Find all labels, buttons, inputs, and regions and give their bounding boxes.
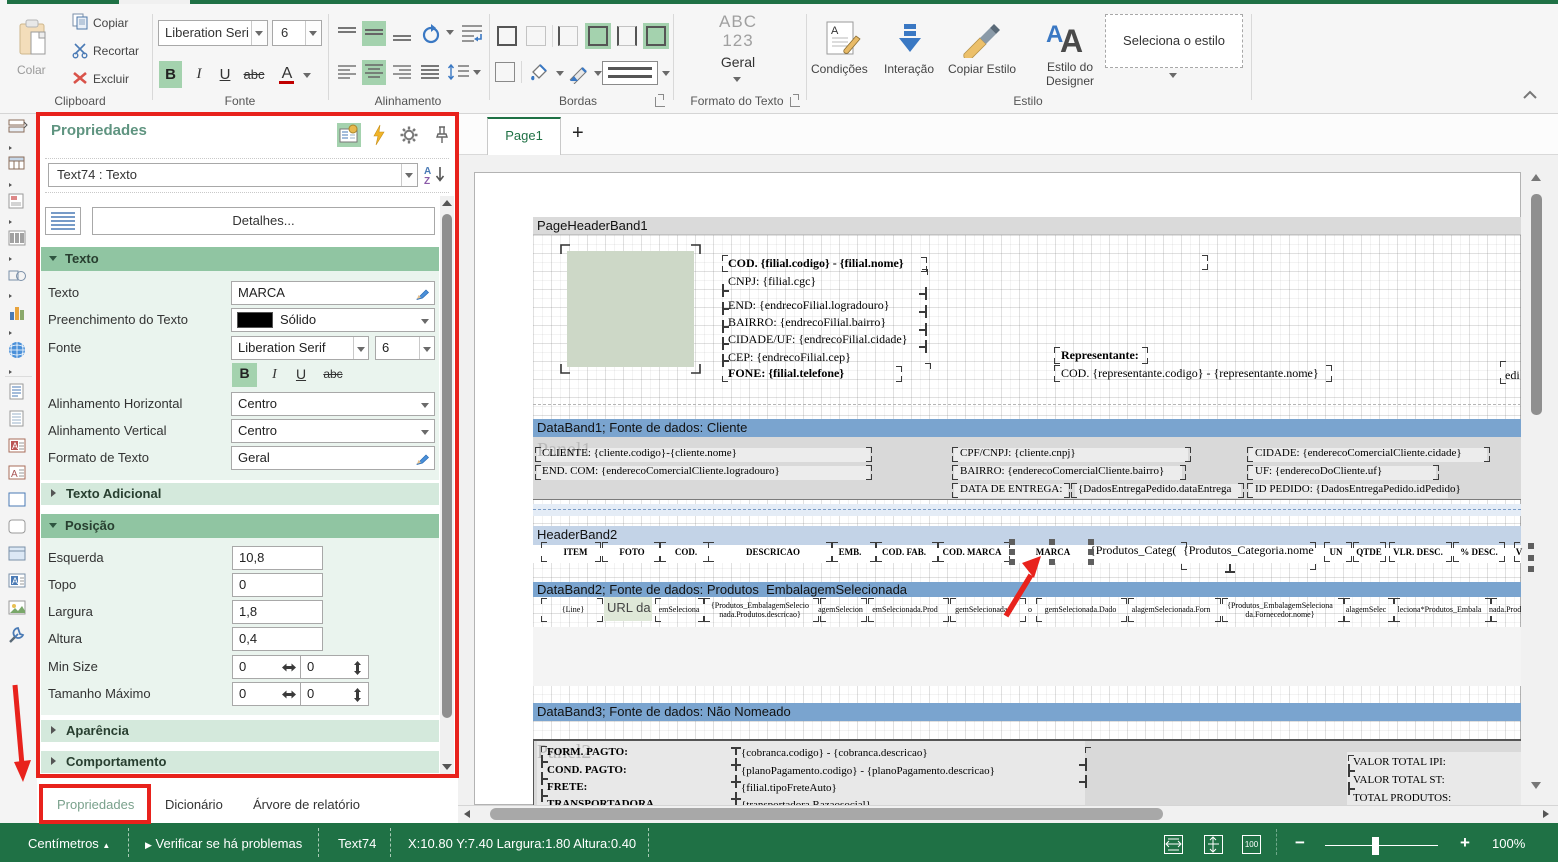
svg-text:A: A [831, 25, 839, 37]
svg-text:A: A [1060, 23, 1083, 58]
svg-text:A: A [11, 469, 18, 480]
svg-text:A: A [12, 576, 18, 586]
svg-text:A: A [12, 441, 18, 451]
